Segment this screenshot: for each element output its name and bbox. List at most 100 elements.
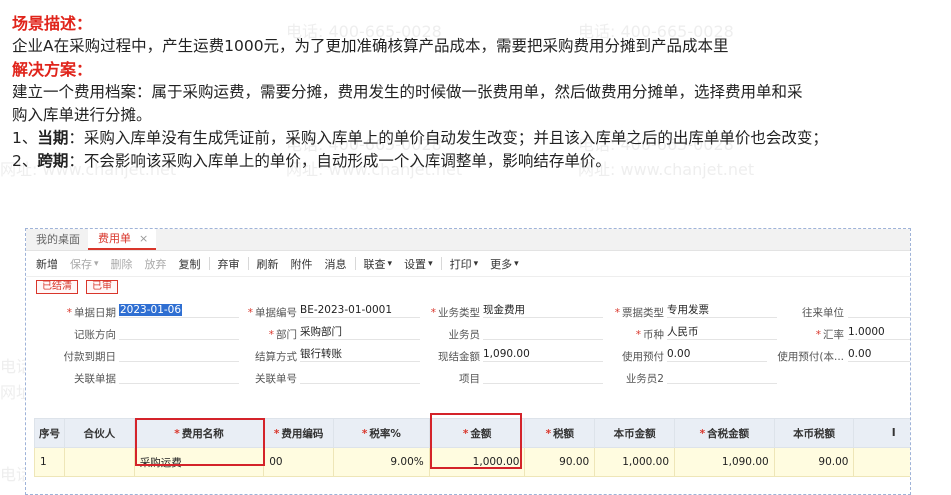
- expense-detail-table: 序号 合伙人 * 费用名称 * 费用编码 * 税率% * 金额 * 税额 本币金额 * 含税…: [34, 418, 910, 477]
- rate-field[interactable]: 1.0000: [848, 325, 910, 340]
- related-doc-field[interactable]: [119, 369, 239, 384]
- col-header-local-tax: 本币税额: [773, 418, 855, 448]
- refresh-button[interactable]: 刷新: [251, 256, 285, 272]
- dept-field[interactable]: 采购部门: [300, 325, 420, 340]
- col-header-seq: 序号: [34, 418, 65, 448]
- currency-label: * 币种: [635, 329, 664, 341]
- col-header-partner: 合伙人: [64, 418, 135, 448]
- doc-date-label: * 单据日期: [66, 307, 116, 319]
- item-keyword: 跨期: [37, 152, 69, 170]
- scene-title: 场景描述：: [12, 14, 93, 33]
- salesperson-field[interactable]: [483, 325, 603, 340]
- tab-expense-voucher[interactable]: 费用单 ×: [88, 229, 157, 250]
- status-badge-settled: 已结清: [36, 280, 78, 294]
- divider: [208, 257, 210, 270]
- cell-local-tax[interactable]: 90.00: [773, 447, 855, 477]
- cell-amount[interactable]: 1,000.00: [428, 447, 526, 477]
- chevron-down-icon: ▾: [514, 258, 519, 269]
- cell-expense-name[interactable]: 采购运费: [133, 447, 265, 477]
- table-header-row: 序号 合伙人 * 费用名称 * 费用编码 * 税率% * 金额 * 税额 本币金额 * 含税…: [34, 418, 910, 448]
- table-row[interactable]: 1 采购运费 00 9.00% 1,000.00 90.00 1,000.00 …: [34, 447, 910, 477]
- more-label: 更多: [490, 257, 513, 271]
- print-button[interactable]: 打印 ▾: [444, 256, 485, 272]
- account-direction-field[interactable]: [119, 325, 239, 340]
- abandon-button[interactable]: 放弃: [139, 256, 173, 272]
- scene-text: 企业A在采购过程中，产生运费1000元，为了更加准确核算产品成本，需要把采购费用…: [12, 37, 729, 55]
- new-button[interactable]: 新增: [30, 256, 64, 272]
- cell-partner[interactable]: [64, 447, 135, 477]
- related-no-field[interactable]: [300, 369, 420, 384]
- status-badge-audited: 已审: [86, 280, 118, 294]
- col-header-expense-name: * 费用名称: [133, 418, 265, 448]
- dept-label: * 部门: [268, 329, 297, 341]
- due-date-label: 付款到期日: [63, 351, 117, 363]
- col-header-expense-code: * 费用编码: [263, 418, 335, 448]
- settle-method-label: 结算方式: [255, 351, 297, 363]
- divider: [247, 257, 249, 270]
- header-form: * 单据日期 2023-01-06 * 单据编号 BE-2023-01-0001 *…: [26, 297, 910, 409]
- message-button[interactable]: 消息: [319, 256, 353, 272]
- save-button[interactable]: 保存 ▾: [64, 256, 105, 272]
- cell-local-amount[interactable]: 1,000.00: [594, 447, 676, 477]
- rate-label: * 汇率: [815, 329, 844, 341]
- expense-voucher-screenshot: 我的桌面 费用单 × 新增 保存 ▾ 删除 放弃 复制 弃审 刷新 附件 消息 联…: [25, 228, 911, 495]
- cash-amount-field[interactable]: 1,090.00: [483, 347, 603, 362]
- settings-button[interactable]: 设置 ▾: [398, 256, 439, 272]
- doc-no-label: * 单据编号: [247, 307, 297, 319]
- cash-amount-label: 现结金额: [438, 351, 480, 363]
- close-icon[interactable]: ×: [139, 232, 148, 245]
- business-type-field[interactable]: 现金费用: [483, 303, 603, 318]
- solution-item-2: 2、跨期：不会影响该采购入库单上的单价，自动形成一个入库调整单，影响结存单价。: [12, 150, 947, 173]
- linked-query-button[interactable]: 联查 ▾: [358, 256, 399, 272]
- business-type-label: * 业务类型: [430, 307, 480, 319]
- col-header-tax-rate: * 税率%: [333, 418, 430, 448]
- cell-tax[interactable]: 90.00: [524, 447, 596, 477]
- toolbar: 新增 保存 ▾ 删除 放弃 复制 弃审 刷新 附件 消息 联查 ▾ 设置 ▾ 打印 ▾ …: [26, 251, 910, 277]
- chevron-down-icon: ▾: [428, 258, 433, 269]
- cell-tax-rate[interactable]: 9.00%: [333, 447, 430, 477]
- currency-field[interactable]: 人民币: [667, 325, 777, 340]
- attachment-button[interactable]: 附件: [285, 256, 319, 272]
- use-prepay-field[interactable]: 0.00: [667, 347, 767, 362]
- invoice-type-field[interactable]: 专用发票: [667, 303, 777, 318]
- related-doc-label: 关联单据: [74, 373, 116, 385]
- use-prepay-local-field[interactable]: 0.00: [848, 347, 910, 362]
- unaudit-button[interactable]: 弃审: [212, 256, 246, 272]
- delete-button[interactable]: 删除: [105, 256, 139, 272]
- doc-no-field[interactable]: BE-2023-01-0001: [300, 303, 420, 318]
- cell-expense-code[interactable]: 00: [263, 447, 335, 477]
- salesperson2-label: 业务员2: [625, 373, 664, 385]
- partner-label: 往来单位: [802, 307, 844, 319]
- col-header-truncated: I: [853, 418, 910, 448]
- divider: [440, 257, 442, 270]
- tab-bar: 我的桌面 费用单 ×: [26, 229, 910, 251]
- due-date-field[interactable]: [119, 347, 239, 362]
- copy-button[interactable]: 复制: [173, 256, 207, 272]
- partner-field[interactable]: [848, 303, 910, 318]
- solution-line-1: 建立一个费用档案：属于采购运费，需要分摊，费用发生的时候做一张费用单，然后做费用…: [12, 83, 803, 101]
- project-label: 项目: [459, 373, 480, 385]
- salesperson2-field[interactable]: [667, 369, 777, 384]
- account-direction-label: 记账方向: [74, 329, 116, 341]
- use-prepay-label: 使用预付: [622, 351, 664, 363]
- article: 场景描述： 企业A在采购过程中，产生运费1000元，为了更加准确核算产品成本，需…: [12, 12, 947, 173]
- item-keyword: 当期: [37, 129, 69, 147]
- settle-method-field[interactable]: 银行转账: [300, 347, 420, 362]
- doc-date-field[interactable]: 2023-01-06: [119, 303, 239, 318]
- linked-query-label: 联查: [363, 257, 386, 271]
- item-prefix: 2、: [12, 152, 38, 170]
- chevron-down-icon: ▾: [473, 258, 479, 269]
- col-header-amount: * 金额: [428, 418, 526, 448]
- invoice-type-label: * 票据类型: [614, 307, 664, 319]
- cell-tax-incl-amount[interactable]: 1,090.00: [674, 447, 775, 477]
- divider: [354, 257, 356, 270]
- solution-item-1: 1、当期：采购入库单没有生成凭证前，采购入库单上的单价自动发生改变；并且该入库单…: [12, 127, 947, 150]
- solution-line-2: 购入库单进行分摊。: [12, 106, 152, 124]
- col-header-tax: * 税额: [524, 418, 596, 448]
- project-field[interactable]: [483, 369, 603, 384]
- item-text: ：采购入库单没有生成凭证前，采购入库单上的单价自动发生改变；并且该入库单之后的出…: [68, 129, 828, 147]
- more-button[interactable]: 更多 ▾: [484, 256, 525, 272]
- solution-title: 解决方案：: [12, 60, 93, 79]
- tab-my-desktop[interactable]: 我的桌面: [32, 231, 88, 250]
- salesperson-label: 业务员: [448, 329, 481, 341]
